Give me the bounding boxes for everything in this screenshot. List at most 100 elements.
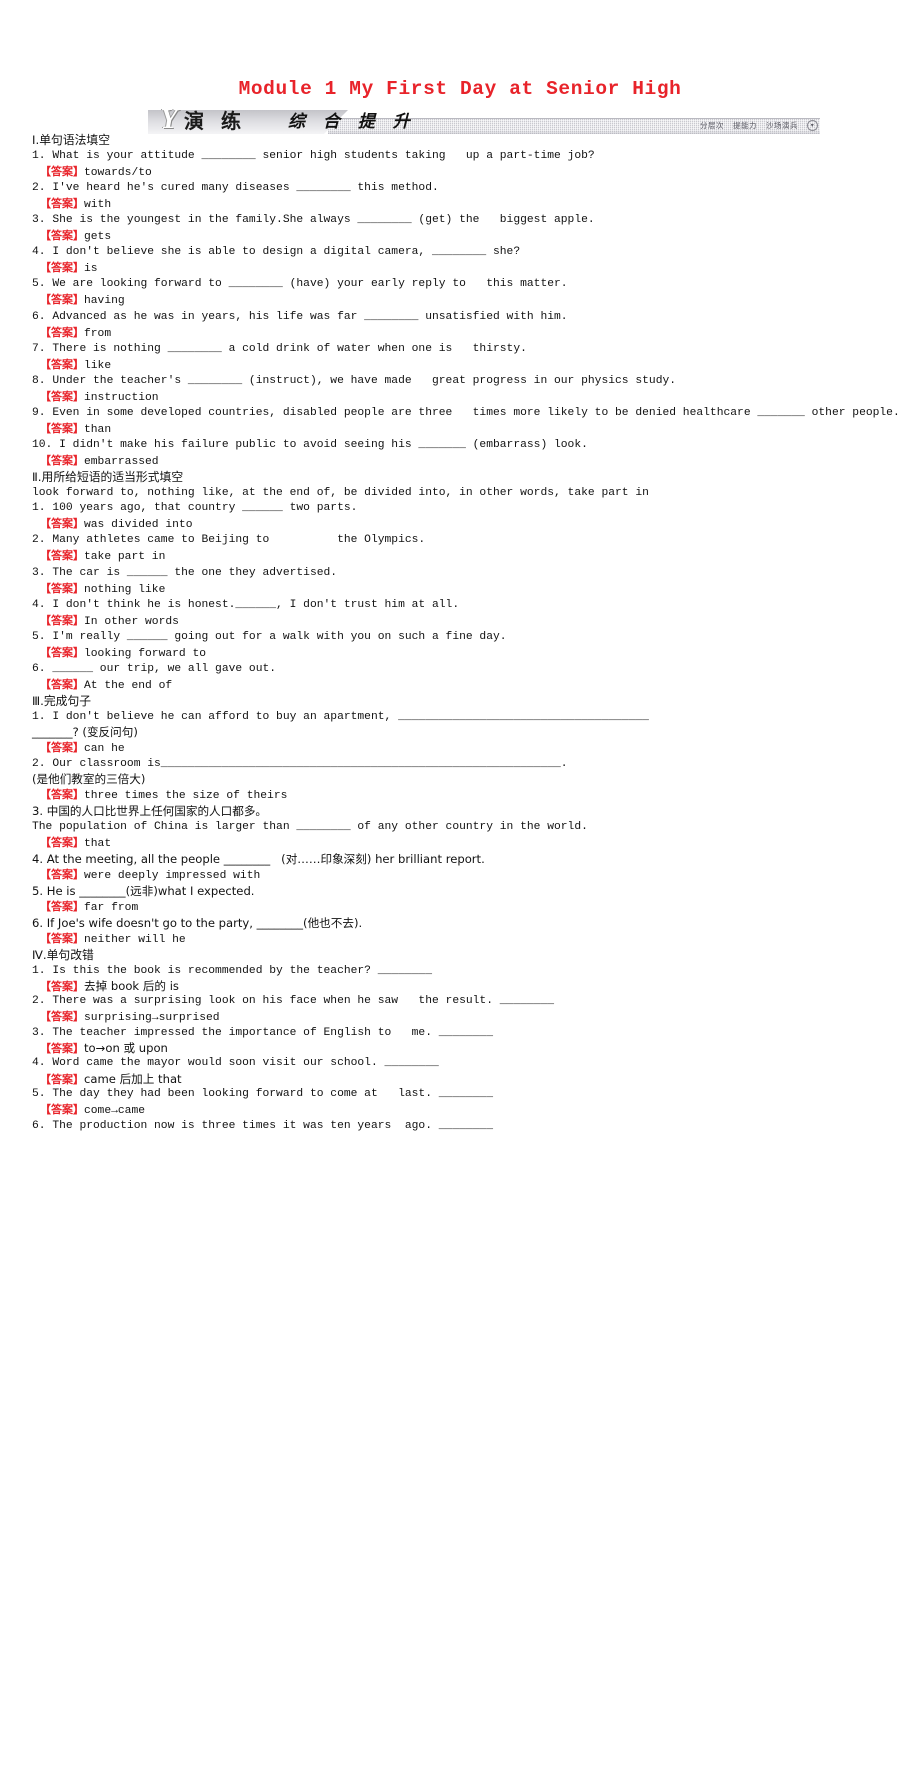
page-title: Module 1 My First Day at Senior High	[238, 78, 682, 100]
answer-label: 【答案】	[40, 261, 84, 275]
question-3-1-cont: _______? (变反问句)	[32, 724, 138, 739]
question-4-3: 3. The teacher impressed the importance …	[32, 1027, 493, 1040]
answer-1-6: 【答案】from	[32, 325, 904, 342]
answer-1-5: 【答案】having	[32, 292, 904, 309]
answer-1-9: 【答案】than	[32, 421, 904, 438]
answer-text: gets	[84, 231, 112, 244]
question-4-1: 1. Is this the book is recommended by th…	[32, 964, 432, 977]
banner-sub-label: 综 合 提 升	[288, 112, 416, 132]
answer-1-3: 【答案】gets	[32, 228, 904, 245]
banner-tag-0: 分层次	[700, 121, 724, 130]
question-2-1: 1. 100 years ago, that country ______ tw…	[32, 502, 358, 515]
question-2-2: 2. Many athletes came to Beijing to the …	[32, 534, 426, 547]
answer-label: 【答案】	[40, 390, 84, 403]
answer-3-5: 【答案】far from	[32, 899, 904, 916]
answer-text: was divided into	[84, 519, 193, 532]
answer-3-3: 【答案】that	[32, 835, 904, 852]
banner-tags: 分层次 提能力 沙场演兵 ▾	[700, 120, 818, 131]
question-4-6: 6. The production now is three times it …	[32, 1119, 493, 1132]
question-3-5: 5. He is ________(远非)what I expected.	[32, 883, 255, 898]
answer-4-3: 【答案】to→on 或 upon	[32, 1041, 904, 1056]
question-3-6: 6. If Joe's wife doesn't go to the party…	[32, 916, 363, 931]
answer-label: 【答案】	[40, 932, 84, 946]
question-4-5: 5. The day they had been looking forward…	[32, 1087, 493, 1100]
answer-4-1: 【答案】去掉 book 后的 is	[32, 979, 904, 994]
worksheet-page: Module 1 My First Day at Senior High Y 演…	[0, 0, 920, 1770]
question-1-5: 5. We are looking forward to ________ (h…	[32, 278, 568, 291]
answer-text: far from	[84, 902, 139, 914]
answer-text: three times the size of theirs	[84, 790, 288, 803]
question-4-2: 2. There was a surprising look on his fa…	[32, 995, 555, 1008]
answer-1-4: 【答案】is	[32, 260, 904, 277]
answer-3-2: 【答案】three times the size of theirs	[32, 787, 904, 804]
question-1-10: 10. I didn't make his failure public to …	[32, 439, 588, 452]
exercise-content: Ⅰ.单句语法填空 1. What is your attitude ______…	[32, 133, 904, 1134]
answer-label: 【答案】	[40, 196, 84, 210]
answer-text: take part in	[84, 551, 166, 564]
answer-1-2: 【答案】with	[32, 196, 904, 213]
answer-label: 【答案】	[40, 517, 84, 531]
answer-text: than	[84, 424, 112, 437]
answer-1-7: 【答案】like	[32, 357, 904, 374]
answer-label: 【答案】	[40, 454, 84, 468]
answer-text: nothing like	[84, 583, 166, 596]
answer-text: were deeply impressed with	[84, 869, 261, 882]
answer-text: 去掉 book 后的 is	[84, 978, 179, 993]
question-3-4: 4. At the meeting, all the people ______…	[32, 851, 485, 866]
question-3-2: 2. Our classroom is_____________________…	[32, 758, 568, 771]
answer-text: is	[84, 263, 98, 276]
answer-label: 【答案】	[40, 741, 84, 755]
answer-label: 【答案】	[40, 613, 84, 627]
answer-label: 【答案】	[40, 678, 84, 692]
section-heading-4: Ⅳ.单句改错	[32, 948, 94, 963]
answer-label: 【答案】	[40, 325, 84, 339]
answer-2-4: 【答案】In other words	[32, 613, 904, 630]
question-3-3-cont: The population of China is larger than _…	[32, 820, 588, 833]
banner-tag-1: 提能力	[733, 121, 757, 130]
answer-label: 【答案】	[40, 1102, 84, 1116]
word-bank: look forward to, nothing like, at the en…	[32, 487, 649, 500]
answer-3-6: 【答案】neither will he	[32, 931, 904, 948]
answer-label: 【答案】	[40, 581, 84, 595]
answer-text: come→came	[84, 1104, 146, 1117]
answer-label: 【答案】	[40, 1010, 84, 1024]
answer-2-6: 【答案】At the end of	[32, 677, 904, 694]
answer-label: 【答案】	[40, 357, 84, 371]
question-1-2: 2. I've heard he's cured many diseases _…	[32, 181, 439, 194]
answer-text: surprising→surprised	[84, 1012, 220, 1025]
answer-4-2: 【答案】surprising→surprised	[32, 1009, 904, 1026]
section-heading-3: Ⅲ.完成句子	[32, 694, 92, 709]
answer-label: 【答案】	[40, 1072, 84, 1086]
question-3-1: 1. I don't believe he can afford to buy …	[32, 710, 649, 723]
question-3-2-cont: (是他们教室的三倍大)	[32, 772, 146, 787]
answer-text: to→on 或 upon	[84, 1041, 168, 1056]
answer-text: from	[84, 327, 112, 340]
answer-label: 【答案】	[40, 835, 84, 849]
section-banner: Y 演 练 综 合 提 升 分层次 提能力 沙场演兵 ▾	[148, 104, 820, 134]
answer-text: with	[84, 198, 112, 211]
answer-text: that	[84, 837, 112, 850]
chevron-down-icon: ▾	[807, 120, 818, 131]
banner-tag-2: 沙场演兵	[766, 121, 798, 130]
answer-text: instruction	[84, 392, 159, 404]
answer-1-1: 【答案】towards/to	[32, 164, 904, 181]
answer-2-2: 【答案】take part in	[32, 548, 904, 565]
answer-label: 【答案】	[40, 164, 84, 178]
question-1-1: 1. What is your attitude ________ senior…	[32, 149, 595, 162]
answer-text: In other words	[84, 615, 179, 628]
answer-2-3: 【答案】nothing like	[32, 581, 904, 598]
question-1-4: 4. I don't believe she is able to design…	[32, 246, 521, 259]
answer-1-8: 【答案】instruction	[32, 389, 904, 406]
answer-text: neither will he	[84, 934, 186, 947]
answer-label: 【答案】	[40, 229, 84, 243]
answer-label: 【答案】	[40, 422, 84, 436]
question-2-4: 4. I don't think he is honest.______, I …	[32, 598, 460, 611]
answer-label: 【答案】	[40, 293, 84, 307]
answer-label: 【答案】	[40, 646, 84, 659]
question-4-4: 4. Word came the mayor would soon visit …	[32, 1057, 439, 1070]
question-1-8: 8. Under the teacher's ________ (instruc…	[32, 374, 677, 387]
question-2-6: 6. ______ our trip, we all gave out.	[32, 663, 277, 676]
answer-4-4: 【答案】came 后加上 that	[32, 1072, 904, 1087]
section-heading-2: Ⅱ.用所给短语的适当形式填空	[32, 470, 184, 485]
question-1-6: 6. Advanced as he was in years, his life…	[32, 310, 568, 323]
